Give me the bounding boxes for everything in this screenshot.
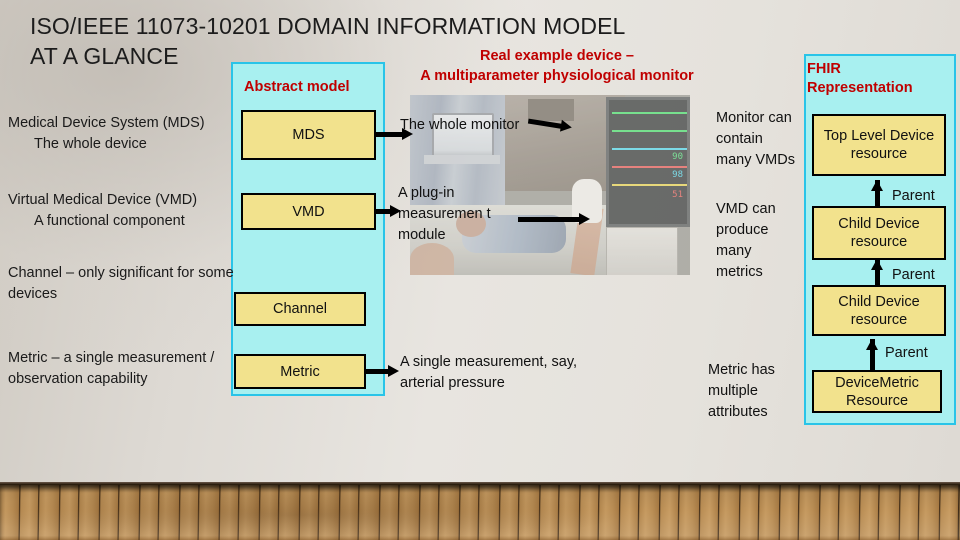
box-devicemetric-resource[interactable]: DeviceMetric Resource	[812, 370, 942, 413]
definition-metric: Metric – a single measurement / observat…	[8, 348, 258, 390]
definition-channel: Channel – only significant for some devi…	[8, 263, 258, 305]
definition-vmd-term: Virtual Medical Device (VMD)	[8, 192, 198, 208]
box-child-device-resource-1[interactable]: Child Device resource	[812, 206, 946, 260]
note-vmd-produces-metrics: VMD can produce many metrics	[716, 201, 776, 280]
caption-plugin-module: A plug-in measuremen t module	[398, 185, 491, 243]
box-mds[interactable]: MDS	[241, 110, 376, 160]
note-monitor-contains-vmds: Monitor can contain many VMDs	[716, 110, 795, 168]
connector-arrow-mds-icon	[375, 128, 413, 141]
definition-metric-term: Metric – a single measurement / observat…	[8, 350, 215, 387]
fhir-heading-line2: Representation	[807, 80, 913, 96]
definition-mds-term: Medical Device System (MDS)	[8, 115, 205, 131]
abstract-model-heading: Abstract model	[244, 79, 350, 95]
parent-arrow-1-icon	[871, 180, 884, 208]
connector-arrow-metric-icon	[366, 365, 399, 378]
real-device-heading-line1: Real example device –	[480, 48, 634, 64]
caption-single-measurement: A single measurement, say, arterial pres…	[400, 354, 578, 391]
box-child-device-resource-2[interactable]: Child Device resource	[812, 285, 946, 336]
real-device-heading: Real example device – A multiparameter p…	[392, 46, 722, 86]
fhir-heading: FHIR Representation	[807, 60, 947, 98]
parent-arrow-3-icon	[866, 339, 879, 372]
parent-label-2: Parent	[892, 267, 935, 283]
box-vmd[interactable]: VMD	[241, 193, 376, 230]
definition-channel-term: Channel – only significant for some devi…	[8, 265, 234, 302]
parent-label-3: Parent	[885, 345, 928, 361]
slide-canvas: ISO/IEEE 11073-10201 DOMAIN INFORMATION …	[0, 0, 960, 540]
real-device-heading-line2: A multiparameter physiological monitor	[420, 68, 694, 84]
parent-label-1: Parent	[892, 188, 935, 204]
definition-mds: Medical Device System (MDS) The whole de…	[8, 113, 258, 155]
definition-vmd-detail: A functional component	[34, 213, 185, 229]
caption-whole-monitor: The whole monitor	[400, 117, 520, 133]
box-top-level-device-resource[interactable]: Top Level Device resource	[812, 114, 946, 176]
connector-arrow-vmd-icon	[375, 205, 401, 218]
parent-arrow-2-icon	[871, 259, 884, 287]
note-metric-attributes: Metric has multiple attributes	[708, 362, 775, 420]
definition-mds-detail: The whole device	[34, 136, 147, 152]
background-wooden-floor	[0, 485, 960, 540]
fhir-heading-line1: FHIR	[807, 61, 841, 77]
photo-pointer-arrow-2-icon	[518, 213, 590, 226]
definition-vmd: Virtual Medical Device (VMD) A functiona…	[8, 190, 258, 232]
